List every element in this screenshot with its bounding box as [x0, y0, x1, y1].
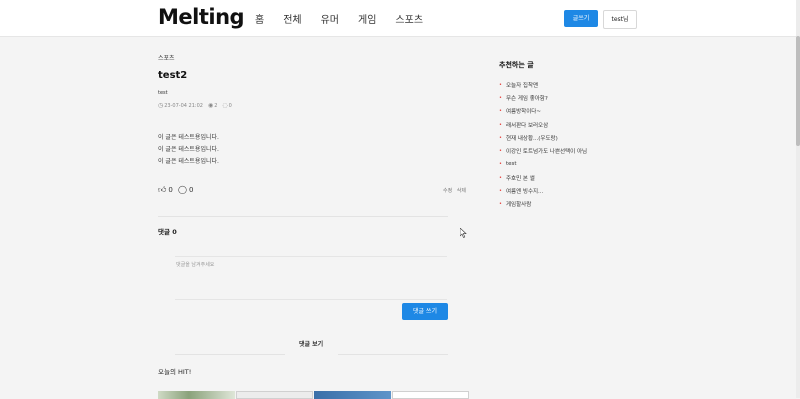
hit-heading: 오늘의 HIT!	[158, 368, 192, 376]
comment-input[interactable]: 댓글을 남겨주세요	[175, 256, 447, 300]
post-body-line: 이 글은 테스트용입니다.	[158, 146, 219, 153]
list-item[interactable]: • 오늘자 집착맨	[499, 78, 659, 91]
nav-item-humor[interactable]: 유머	[321, 11, 339, 26]
post-category[interactable]: 스포츠	[158, 53, 175, 62]
list-item-label: 래서판다 보러오삼	[505, 122, 549, 129]
clock-icon: ◷	[158, 102, 164, 109]
bullet-icon: •	[499, 81, 502, 88]
bullet-icon: •	[499, 134, 502, 141]
comment-placeholder: 댓글을 남겨주세요	[176, 262, 215, 268]
sidebar-title: 추천하는 글	[499, 61, 534, 69]
main-nav: 홈 전체 유머 게임 스포츠	[255, 11, 442, 26]
bullet-icon: •	[499, 174, 502, 181]
divider	[338, 354, 448, 355]
post-views: 2	[214, 102, 218, 109]
post-actions: 👍︎ 0 ◯ 0 수정 삭제	[158, 185, 466, 195]
list-item[interactable]: • 무슨 게임 좋아함?	[499, 91, 659, 104]
site-logo[interactable]: Melting	[158, 5, 245, 29]
list-item[interactable]: • 이강인 토트넘가도 나쁜선택이 아님	[499, 144, 659, 157]
like-button[interactable]: 👍︎ 0	[158, 185, 173, 195]
list-item[interactable]: • 여름방학이다~	[499, 105, 659, 118]
thumbs-up-icon: 👍︎	[158, 185, 167, 194]
post-author: test	[158, 90, 168, 96]
list-item-label: 여름엔 빙수지...	[505, 189, 544, 196]
post-meta: ◷ 23-07-04 21:02 ◉ 2 ◌ 0	[158, 102, 232, 109]
edit-links: 수정 삭제	[440, 187, 466, 194]
comment-toggle[interactable]: ◯ 0	[178, 185, 193, 194]
list-item-label: 주호민 본 썰	[505, 175, 535, 182]
list-item[interactable]: • 여름엔 빙수지...	[499, 184, 659, 197]
edit-link[interactable]: 수정	[443, 188, 452, 194]
list-item-label: 여름방학이다~	[505, 109, 541, 116]
divider	[158, 216, 448, 217]
nav-item-all[interactable]: 전체	[283, 11, 301, 26]
list-item[interactable]: • 주호민 본 썰	[499, 171, 659, 184]
list-item[interactable]: • 래서판다 보러오삼	[499, 118, 659, 131]
view-comments-button[interactable]: 댓글 보기	[299, 339, 323, 348]
bullet-icon: •	[499, 188, 502, 195]
page-scrollbar[interactable]	[796, 0, 800, 398]
recommended-sidebar: 추천하는 글 • 오늘자 집착맨 • 무슨 게임 좋아함? • 여름방학이다~ • 래서…	[499, 60, 659, 211]
post-body-line: 이 글은 테스트용입니다.	[158, 158, 219, 165]
bullet-icon: •	[499, 148, 502, 155]
post-date: 23-07-04 21:02	[164, 102, 203, 109]
top-header: Melting 홈 전체 유머 게임 스포츠 글쓰기 test님	[0, 0, 800, 37]
list-item[interactable]: • 현재 내상황...(우도랑)	[499, 131, 659, 144]
list-item-label: 현재 내상황...(우도랑)	[505, 135, 558, 142]
write-post-button[interactable]: 글쓰기	[564, 10, 598, 27]
list-item[interactable]: • test	[499, 158, 659, 171]
speech-bubble-icon: ◯	[178, 185, 187, 194]
post-comment-count: 0	[228, 102, 232, 109]
bullet-icon: •	[499, 108, 502, 115]
list-item-label: 이강인 토트넘가도 나쁜선택이 아님	[505, 149, 588, 156]
bullet-icon: •	[499, 161, 502, 168]
post-title: test2	[158, 70, 188, 81]
post-body: 이 글은 테스트용입니다. 이 글은 테스트용입니다. 이 글은 테스트용입니다…	[158, 132, 219, 168]
mouse-cursor-icon	[460, 228, 467, 238]
bullet-icon: •	[499, 121, 502, 128]
list-item-label: 무슨 게임 좋아함?	[505, 95, 548, 102]
list-item-label: 게임할사람	[505, 202, 532, 209]
divider	[175, 354, 285, 355]
list-item-label: 오늘자 집착맨	[505, 82, 539, 89]
bullet-icon: •	[499, 94, 502, 101]
eye-icon: ◉	[207, 102, 214, 109]
nav-item-game[interactable]: 게임	[358, 11, 376, 26]
post-body-line: 이 글은 테스트용입니다.	[158, 134, 219, 141]
nav-item-home[interactable]: 홈	[255, 11, 264, 26]
comment-icon: ◌	[222, 102, 228, 109]
recommended-list: • 오늘자 집착맨 • 무슨 게임 좋아함? • 여름방학이다~ • 래서판다 보러오삼…	[499, 78, 659, 211]
list-item[interactable]: • 게임할사람	[499, 198, 659, 211]
comment-submit-button[interactable]: 댓글 쓰기	[402, 303, 448, 320]
nav-item-sports[interactable]: 스포츠	[395, 11, 423, 26]
comments-heading: 댓글 0	[158, 228, 177, 236]
comment-total: 0	[188, 185, 194, 194]
list-item-label: test	[505, 161, 517, 168]
user-menu-button[interactable]: test님	[603, 10, 637, 29]
delete-link[interactable]: 삭제	[457, 188, 466, 194]
like-count: 0	[168, 186, 173, 194]
scrollbar-thumb[interactable]	[796, 36, 800, 146]
bullet-icon: •	[499, 201, 502, 208]
